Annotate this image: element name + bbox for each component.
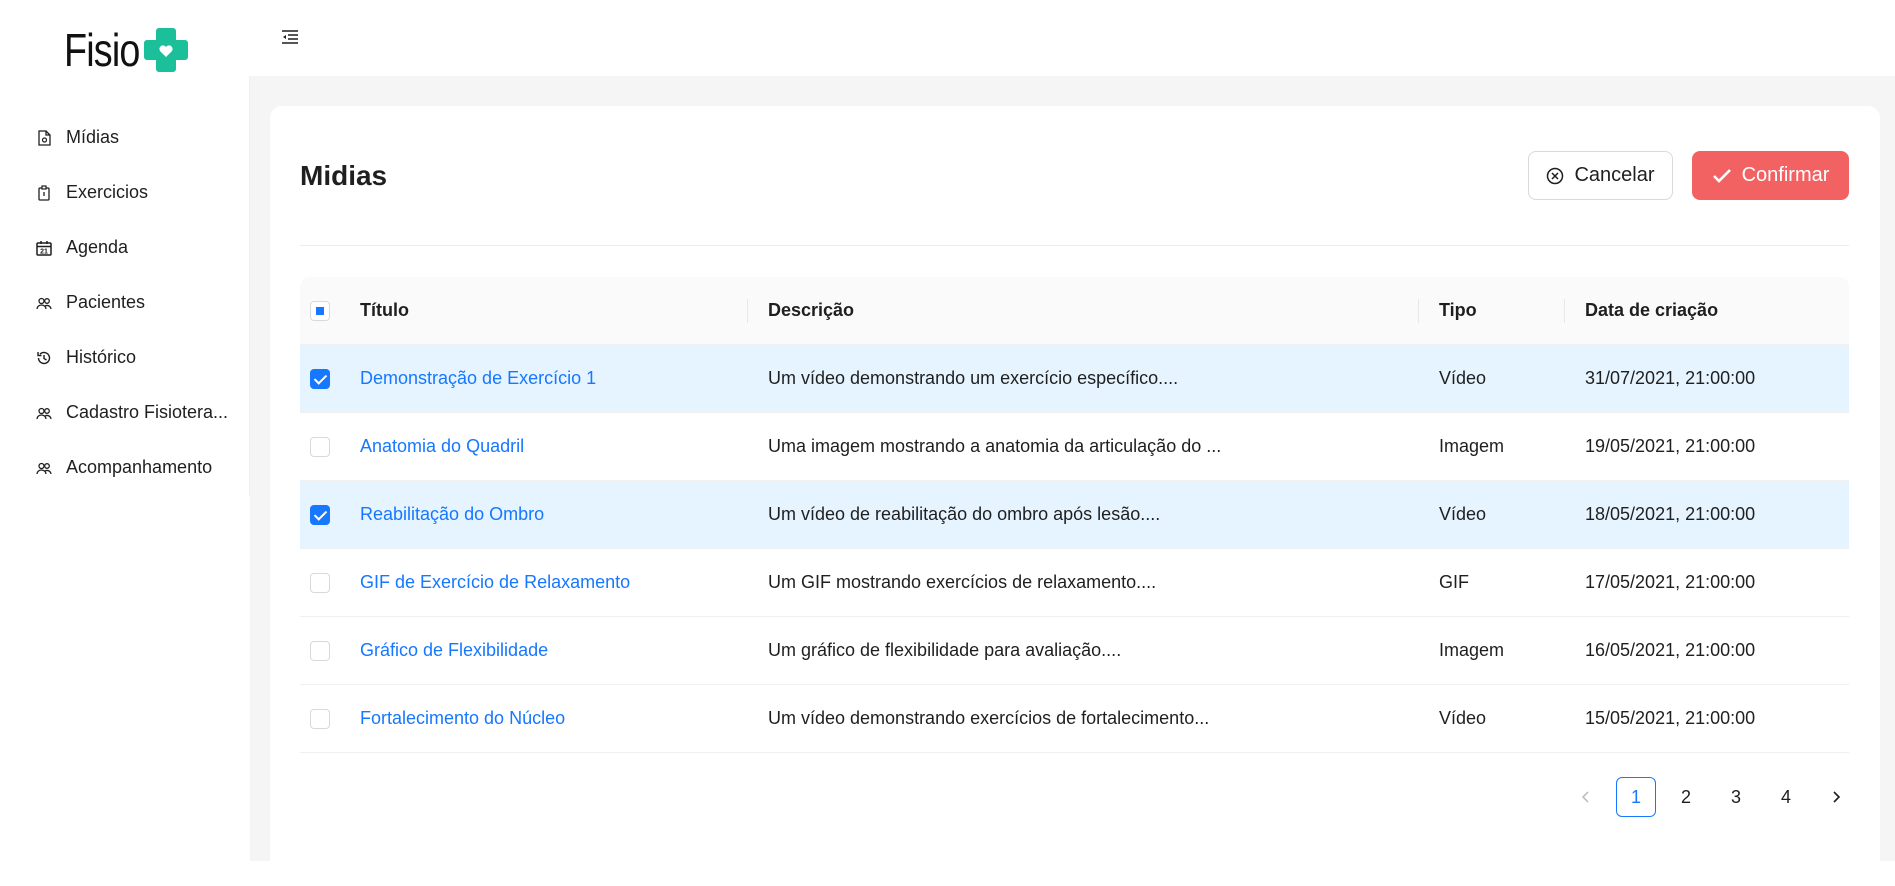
menu-fold-icon[interactable]	[279, 26, 301, 48]
column-header-type[interactable]: Tipo	[1439, 300, 1477, 321]
clipboard-icon	[38, 184, 50, 201]
pagination-prev-button[interactable]	[1566, 777, 1606, 817]
row-checkbox[interactable]	[310, 368, 330, 389]
users-icon	[36, 462, 52, 474]
confirm-button-label: Confirmar	[1741, 164, 1830, 186]
pagination-page-3[interactable]: 3	[1716, 777, 1756, 817]
row-checkbox[interactable]	[310, 572, 330, 593]
table-row[interactable]: Demonstração de Exercício 1 Um vídeo demo…	[300, 345, 1849, 413]
sidebar-item-label: Mídias	[66, 127, 120, 147]
pagination-page-1[interactable]: 1	[1616, 777, 1656, 817]
users-icon	[36, 297, 52, 309]
media-type: Imagem	[1439, 640, 1505, 660]
header-divider	[300, 245, 1849, 246]
media-description: Um GIF mostrando exercícios de relaxamen…	[768, 572, 1157, 592]
media-title-link[interactable]: GIF de Exercício de Relaxamento	[360, 572, 630, 593]
media-description: Um gráfico de flexibilidade para avaliaç…	[768, 640, 1122, 660]
media-type: Vídeo	[1439, 504, 1487, 524]
table-row[interactable]: Anatomia do Quadril Uma imagem mostrando …	[300, 413, 1849, 481]
chevron-right-icon	[1833, 791, 1841, 803]
sidebar-item-label: Histórico	[66, 347, 137, 367]
sidebar-item-label: Pacientes	[66, 292, 146, 312]
chevron-left-icon	[1581, 791, 1589, 803]
table-row[interactable]: Fortalecimento do Núcleo Um vídeo demonst…	[300, 685, 1849, 753]
table-row[interactable]: Reabilitação do Ombro Um vídeo de reabili…	[300, 481, 1849, 549]
medical-cross-icon	[144, 28, 188, 72]
column-separator	[747, 299, 748, 323]
cancel-button[interactable]: Cancelar	[1528, 151, 1673, 200]
close-circle-icon	[1547, 167, 1564, 184]
media-created-date: 31/07/2021, 21:00:00	[1585, 368, 1756, 388]
select-all-checkbox[interactable]	[310, 300, 330, 321]
calendar-icon: 21	[36, 240, 52, 256]
sidebar-item-acompanhamento[interactable]: Acompanhamento	[0, 440, 250, 495]
media-title-link[interactable]: Reabilitação do Ombro	[360, 504, 544, 525]
media-description: Uma imagem mostrando a anatomia da artic…	[768, 436, 1222, 456]
sidebar-item-exercicios[interactable]: Exercicios	[0, 165, 250, 220]
media-created-date: 19/05/2021, 21:00:00	[1585, 436, 1756, 456]
media-type: Vídeo	[1439, 708, 1487, 728]
sidebar-item-agenda[interactable]: 21 Agenda	[0, 220, 250, 275]
media-description: Um vídeo demonstrando um exercício espec…	[768, 368, 1179, 388]
media-title-link[interactable]: Demonstração de Exercício 1	[360, 368, 596, 389]
row-checkbox[interactable]	[310, 640, 330, 661]
svg-text:21: 21	[40, 248, 48, 255]
sidebar-item-pacientes[interactable]: Pacientes	[0, 275, 250, 330]
column-separator	[1564, 299, 1565, 323]
sidebar-item-histórico[interactable]: Histórico	[0, 330, 250, 385]
table-row[interactable]: Gráfico de Flexibilidade Um gráfico de fl…	[300, 617, 1849, 685]
media-title-link[interactable]: Anatomia do Quadril	[360, 436, 524, 457]
pagination: 1234	[1556, 777, 1856, 817]
sidebar-item-mídias[interactable]: Mídias	[0, 110, 250, 165]
page-title: Midias	[300, 160, 388, 191]
confirm-button[interactable]: Confirmar	[1692, 151, 1849, 200]
column-header-title[interactable]: Título	[360, 300, 409, 321]
pagination-next-button[interactable]	[1816, 777, 1856, 817]
media-table: Título Descrição Tipo Data de criação De…	[300, 277, 1849, 753]
sidebar-item-label: Acompanhamento	[66, 457, 213, 477]
media-title-link[interactable]: Fortalecimento do Núcleo	[360, 708, 565, 729]
media-type: Vídeo	[1439, 368, 1487, 388]
media-type: Imagem	[1439, 436, 1505, 456]
media-title-link[interactable]: Gráfico de Flexibilidade	[360, 640, 548, 661]
sidebar-item-label: Cadastro Fisiotera...	[66, 402, 229, 422]
media-created-date: 17/05/2021, 21:00:00	[1585, 572, 1756, 592]
column-header-date[interactable]: Data de criação	[1585, 300, 1718, 321]
cancel-button-label: Cancelar	[1574, 164, 1655, 186]
row-checkbox[interactable]	[310, 504, 330, 525]
table-body: Demonstração de Exercício 1 Um vídeo demo…	[300, 345, 1849, 753]
sidebar-item-label: Exercicios	[66, 182, 149, 202]
sidebar-item-label: Agenda	[66, 237, 129, 257]
media-type: GIF	[1439, 572, 1469, 592]
row-checkbox[interactable]	[310, 708, 330, 729]
logo: Fisio	[64, 24, 188, 76]
sidebar-nav: Mídias Exercicios 21 Agenda Pacientes Históri…	[0, 110, 250, 495]
top-bar	[250, 0, 1895, 76]
check-icon	[1712, 168, 1731, 183]
table-header: Título Descrição Tipo Data de criação	[300, 277, 1849, 345]
sidebar: Fisio Mídias Exercicios 21 Agenda Pacientes H…	[0, 0, 250, 861]
logo-text: Fisio	[64, 24, 140, 76]
pagination-page-2[interactable]: 2	[1666, 777, 1706, 817]
column-header-description[interactable]: Descrição	[768, 300, 854, 321]
pagination-page-4[interactable]: 4	[1766, 777, 1806, 817]
media-created-date: 16/05/2021, 21:00:00	[1585, 640, 1756, 660]
table-row[interactable]: GIF de Exercício de Relaxamento Um GIF mo…	[300, 549, 1849, 617]
row-checkbox[interactable]	[310, 436, 330, 457]
file-image-icon	[38, 129, 51, 146]
column-separator	[1418, 299, 1419, 323]
users-icon	[36, 407, 52, 419]
media-description: Um vídeo demonstrando exercícios de fort…	[768, 708, 1210, 728]
history-icon	[37, 351, 51, 364]
sidebar-item-cadastro-fisiotera[interactable]: Cadastro Fisiotera...	[0, 385, 250, 440]
media-description: Um vídeo de reabilitação do ombro após l…	[768, 504, 1161, 524]
media-created-date: 15/05/2021, 21:00:00	[1585, 708, 1756, 728]
media-created-date: 18/05/2021, 21:00:00	[1585, 504, 1756, 524]
